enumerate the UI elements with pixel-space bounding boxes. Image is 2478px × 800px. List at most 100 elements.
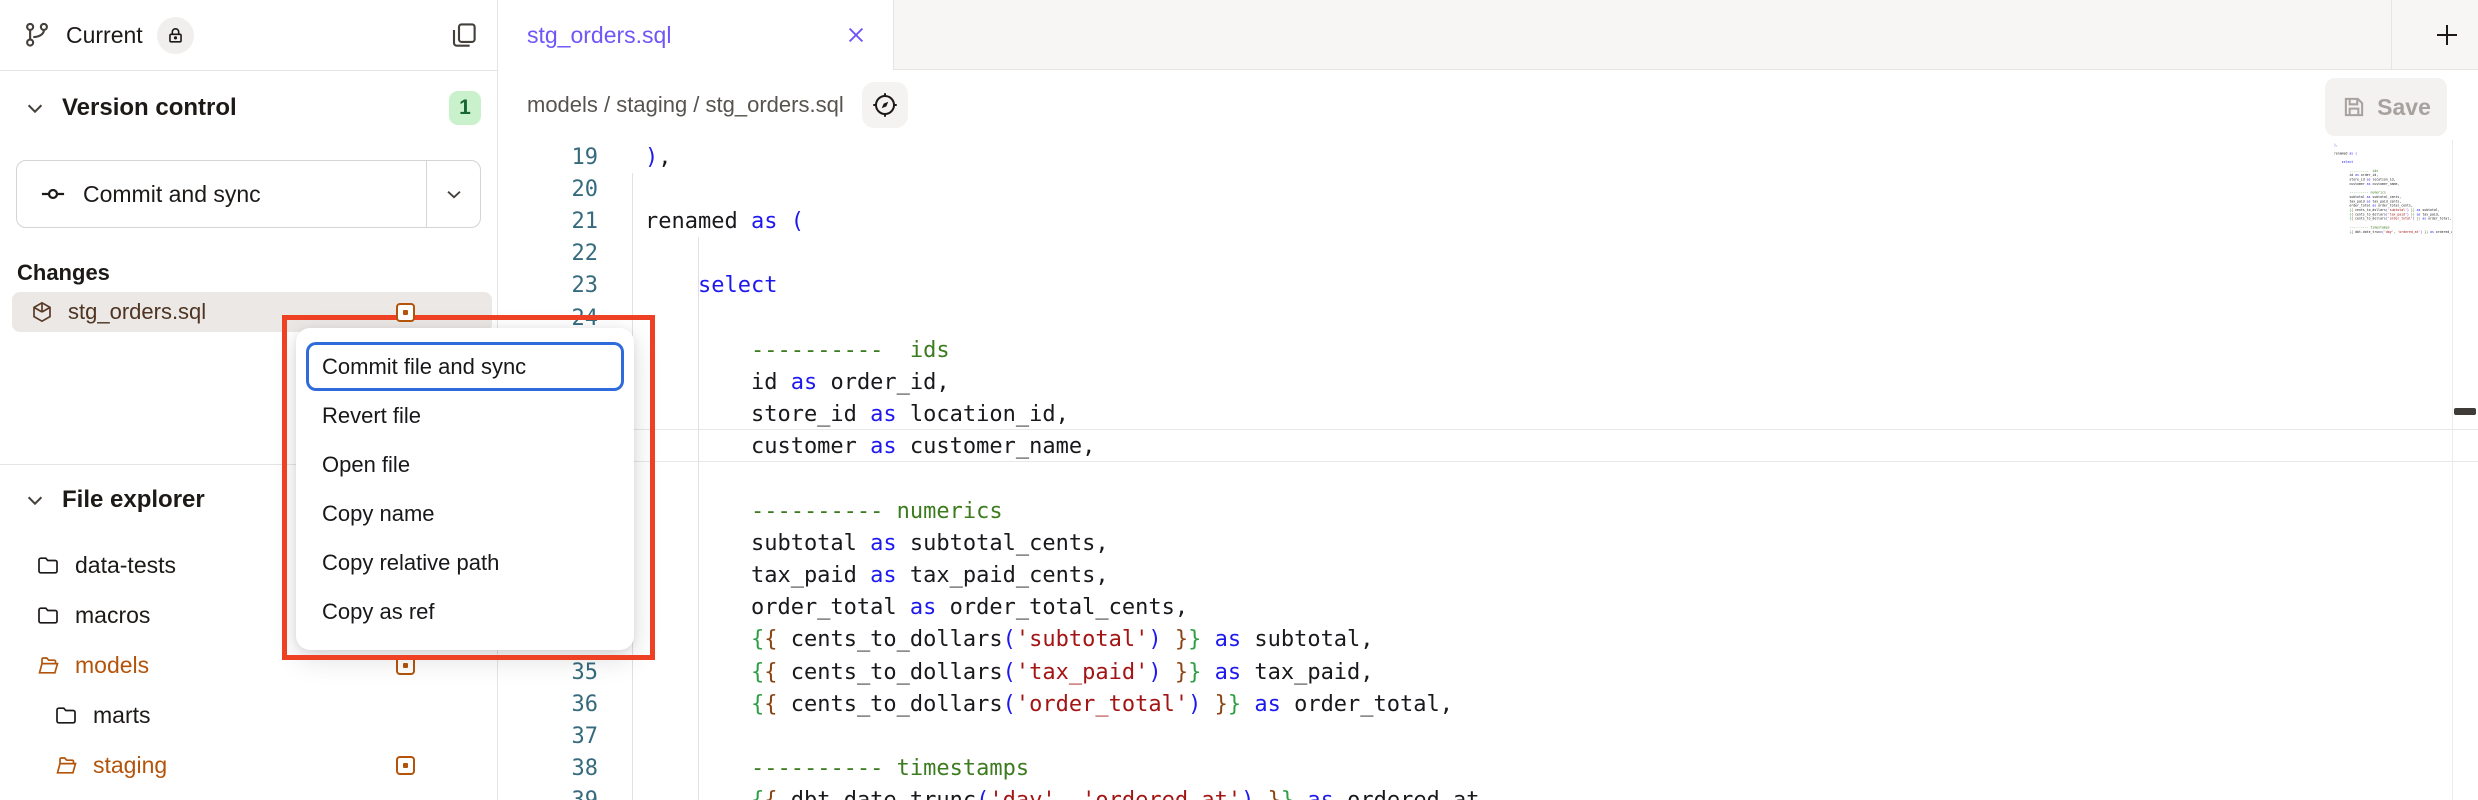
line-number: 20 xyxy=(498,177,598,202)
code-line-38: 38 ---------- timestamps xyxy=(498,753,2478,785)
save-button[interactable]: Save xyxy=(2325,78,2447,136)
line-number: 22 xyxy=(498,241,598,266)
lineage-compass-button[interactable] xyxy=(862,82,908,128)
code-line-27: 27 store_id as location_id, xyxy=(498,399,2478,431)
line-number: 19 xyxy=(498,145,598,170)
commit-button-label: Commit and sync xyxy=(83,181,261,208)
code-text: ---------- ids xyxy=(645,338,950,363)
code-lines: 19),2021renamed as (2223 select2425 ----… xyxy=(498,141,2478,800)
code-line-29: 29 xyxy=(498,463,2478,495)
folder-label: macros xyxy=(75,602,150,629)
folder-label: staging xyxy=(93,752,167,779)
code-text: id as order_id, xyxy=(2334,173,2378,177)
code-line-34: 34 {{ cents_to_dollars('subtotal') }} as… xyxy=(498,624,2478,656)
code-line-31: 31 subtotal as subtotal_cents, xyxy=(498,527,2478,559)
scrollbar-track xyxy=(2452,140,2453,800)
code-line-25: 25 ---------- ids xyxy=(498,334,2478,366)
commit-and-sync-button[interactable]: Commit and sync xyxy=(17,161,427,227)
code-text: ---------- numerics xyxy=(2334,191,2386,195)
tab-stg-orders[interactable]: stg_orders.sql xyxy=(498,0,894,70)
code-text: id as order_id, xyxy=(645,370,950,395)
save-floppy-icon xyxy=(2341,94,2367,120)
code-text: tax_paid as tax_paid_cents, xyxy=(645,563,1109,588)
code-text: select xyxy=(645,273,777,298)
git-branch-icon xyxy=(22,20,52,50)
code-text: order_total as order_total_cents, xyxy=(645,595,1188,620)
code-text: ---------- timestamps xyxy=(645,756,1029,781)
copy-branch-icon[interactable] xyxy=(449,20,479,50)
code-line-20: 20 xyxy=(498,173,2478,205)
line-number: 35 xyxy=(498,660,598,685)
changes-count-badge: 1 xyxy=(449,91,481,125)
commit-icon xyxy=(39,180,67,208)
code-text: {{ cents_to_dollars('subtotal') }} as su… xyxy=(2334,208,2440,212)
code-text: ---------- timestamps xyxy=(2334,226,2390,230)
sidebar-item-marts[interactable]: marts xyxy=(0,690,497,740)
commit-options-caret[interactable] xyxy=(427,161,480,227)
code-text: subtotal as subtotal_cents, xyxy=(645,531,1109,556)
breadcrumb: models / staging / stg_orders.sql xyxy=(527,92,844,118)
tabbar-divider xyxy=(2391,0,2392,69)
code-line-24: 24 xyxy=(498,302,2478,334)
close-tab-icon[interactable] xyxy=(845,24,867,46)
line-number: 23 xyxy=(498,273,598,298)
code-line-36: 36 {{ cents_to_dollars('order_total') }}… xyxy=(498,688,2478,720)
code-text: {{ cents_to_dollars('tax_paid') }} as ta… xyxy=(645,660,1374,685)
folder-label: marts xyxy=(93,702,151,729)
code-line-32: 32 tax_paid as tax_paid_cents, xyxy=(498,559,2478,591)
branch-bar: Current xyxy=(0,0,497,71)
model-cube-icon xyxy=(30,300,54,324)
folder-icon xyxy=(36,553,60,577)
code-text: ---------- ids xyxy=(2334,169,2378,173)
code-text: ), xyxy=(645,145,672,170)
code-line-19: 19), xyxy=(498,141,2478,173)
minimap[interactable]: ), renamed as ( select ---------- ids id … xyxy=(2334,143,2452,243)
line-number: 37 xyxy=(498,724,598,749)
code-text: renamed as ( xyxy=(2334,152,2357,156)
branch-name: Current xyxy=(66,22,143,49)
code-text: ---------- numerics xyxy=(645,499,1003,524)
code-text: select xyxy=(2334,160,2353,164)
version-control-title: Version control xyxy=(62,94,237,122)
code-text: customer as customer_name, xyxy=(645,434,1095,459)
code-text: ), xyxy=(2334,143,2338,147)
minimap-content: ), renamed as ( select ---------- ids id … xyxy=(2334,143,2450,234)
code-editor[interactable]: 19),2021renamed as (2223 select2425 ----… xyxy=(498,140,2478,800)
file-explorer-title: File explorer xyxy=(62,486,205,514)
changed-file-name: stg_orders.sql xyxy=(68,299,206,325)
sidebar-item-staging[interactable]: staging xyxy=(0,740,497,790)
folder-open-icon xyxy=(36,653,60,677)
code-line-28: 28 customer as customer_name, xyxy=(498,431,2478,463)
scrollbar-thumb[interactable] xyxy=(2454,408,2476,415)
code-text: subtotal as subtotal_cents, xyxy=(2334,195,2401,199)
folder-label: data-tests xyxy=(75,552,176,579)
chevron-down-icon xyxy=(24,97,46,119)
code-text: renamed as ( xyxy=(645,209,804,234)
chevron-down-icon xyxy=(24,489,46,511)
code-text: order_total as order_total_cents, xyxy=(2334,204,2413,208)
code-text: {{ cents_to_dollars('order_total') }} as… xyxy=(2334,217,2451,221)
code-line-33: 33 order_total as order_total_cents, xyxy=(498,592,2478,624)
code-line-26: 26 id as order_id, xyxy=(498,366,2478,398)
code-text: customer as customer_name, xyxy=(2334,182,2399,186)
tab-bar: stg_orders.sql xyxy=(498,0,2478,70)
save-button-label: Save xyxy=(2377,94,2431,121)
annotation-red-rectangle xyxy=(282,315,655,660)
line-number: 39 xyxy=(498,788,598,800)
dbt-ide-window: Current Version control 1 xyxy=(0,0,2478,800)
line-number: 36 xyxy=(498,692,598,717)
code-line-30: 30 ---------- numerics xyxy=(498,495,2478,527)
code-line-23: 23 select xyxy=(498,270,2478,302)
commit-and-sync-split-button: Commit and sync xyxy=(16,160,481,228)
code-text: {{ dbt.date_trunc('day', 'ordered_at') }… xyxy=(2334,230,2452,234)
code-line-35: 35 {{ cents_to_dollars('tax_paid') }} as… xyxy=(498,656,2478,688)
breadcrumb-row: models / staging / stg_orders.sql xyxy=(498,70,2478,140)
code-line-39: 39 {{ dbt.date_trunc('day', 'ordered_at'… xyxy=(498,785,2478,800)
code-line-22: 22 xyxy=(498,238,2478,270)
code-line-37: 37 xyxy=(498,720,2478,752)
folder-icon xyxy=(54,703,78,727)
changes-section-label: Changes xyxy=(17,260,110,286)
version-control-header[interactable]: Version control 1 xyxy=(0,86,497,130)
folder-icon xyxy=(36,603,60,627)
new-tab-button[interactable] xyxy=(2403,0,2478,69)
